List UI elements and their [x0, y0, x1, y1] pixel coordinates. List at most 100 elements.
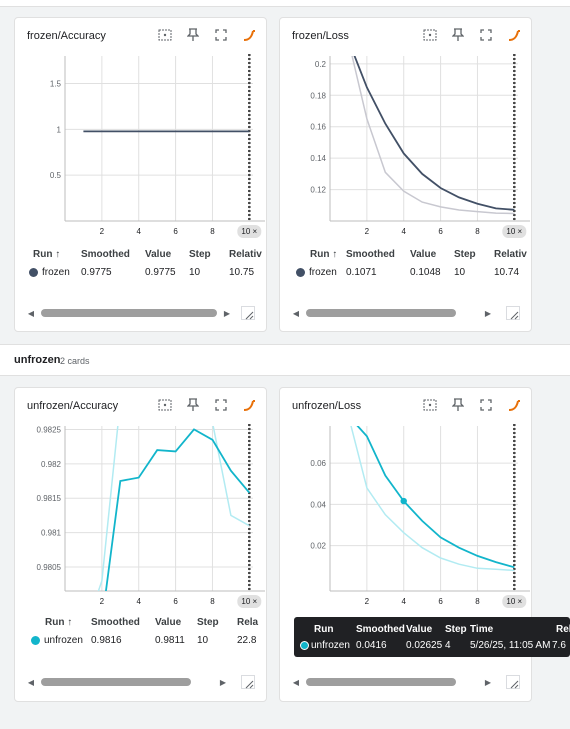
- scroll-right-icon[interactable]: ▶: [217, 678, 229, 687]
- section-count: 2 cards: [60, 356, 90, 366]
- tooltip-header-step: Step: [445, 624, 467, 635]
- col-value[interactable]: Value: [145, 249, 171, 260]
- raw-value: 0.9811: [155, 635, 185, 646]
- resize-handle[interactable]: [506, 306, 520, 320]
- scroll-right-icon[interactable]: ▶: [482, 309, 494, 318]
- raw-value: 0.9775: [145, 267, 176, 278]
- scroll-left-icon[interactable]: ◀: [25, 309, 37, 318]
- col-run[interactable]: Run ↑: [45, 617, 72, 628]
- x-tick-label: 2: [100, 227, 105, 236]
- horizontal-scrollbar[interactable]: ◀ ▶: [290, 674, 500, 690]
- smoothed-series-line: [353, 56, 515, 211]
- chart-frozen-accuracy[interactable]: 1.5 1 0.5 2 4 6 8 10 ×: [15, 18, 268, 248]
- step-value: 10: [454, 267, 466, 278]
- run-color-dot: [29, 267, 38, 277]
- col-smoothed[interactable]: Smoothed: [81, 249, 130, 260]
- tooltip-header-run: Run: [314, 624, 334, 635]
- scroll-thumb[interactable]: [306, 678, 456, 686]
- run-name: unfrozen: [44, 635, 83, 646]
- x-badge-label: 10 ×: [506, 597, 522, 606]
- y-tick-label: 0.9805: [37, 563, 62, 572]
- col-value[interactable]: Value: [410, 249, 436, 260]
- card-unfrozen-accuracy: unfrozen/Accuracy 0.9825 0.982 0.9815 0.981…: [14, 387, 267, 702]
- x-badge-label: 10 ×: [506, 227, 522, 236]
- x-tick-label: 8: [475, 227, 480, 236]
- relative-value: 22.8: [237, 635, 257, 646]
- card-frozen-loss: frozen/Loss 0.2 0.18 0.16 0.14 0.12 2 4 6 8 10 × …: [279, 17, 532, 332]
- x-tick-label: 8: [210, 227, 215, 236]
- x-tick-label: 6: [173, 597, 178, 606]
- x-tick-label: 4: [136, 597, 141, 606]
- scroll-left-icon[interactable]: ◀: [290, 309, 302, 318]
- resize-handle[interactable]: [241, 675, 255, 689]
- y-tick-label: 0.18: [310, 91, 326, 100]
- scroll-thumb[interactable]: [41, 678, 191, 686]
- run-row[interactable]: unfrozen: [31, 635, 83, 646]
- x-tick-label: 8: [475, 597, 480, 606]
- section-header[interactable]: unfrozen 2 cards: [0, 344, 570, 376]
- col-smoothed[interactable]: Smoothed: [346, 249, 395, 260]
- horizontal-scrollbar[interactable]: ◀ ▶: [25, 305, 235, 321]
- scroll-right-icon[interactable]: ▶: [482, 678, 494, 687]
- run-name: frozen: [42, 267, 70, 278]
- col-run[interactable]: Run ↑: [310, 249, 337, 260]
- x-tick-label: 6: [438, 227, 443, 236]
- section-name: unfrozen: [14, 354, 61, 366]
- smoothed-value: 0.1071: [346, 267, 377, 278]
- col-relative[interactable]: Relativ: [229, 249, 262, 260]
- run-color-dot: [296, 267, 305, 277]
- x-tick-label: 6: [173, 227, 178, 236]
- tooltip-time: 5/26/25, 11:05 AM: [470, 640, 551, 651]
- y-tick-label: 0.9825: [37, 425, 62, 434]
- chart-unfrozen-loss[interactable]: 0.06 0.04 0.02 2 4 6 8 10 ×: [280, 388, 533, 618]
- tooltip-smoothed: 0.0416: [356, 640, 387, 651]
- hover-point: [400, 497, 407, 505]
- y-tick-label: 1: [57, 125, 62, 134]
- raw-value: 0.1048: [410, 267, 441, 278]
- x-tick-label: 2: [365, 597, 370, 606]
- y-tick-label: 0.06: [310, 459, 326, 468]
- x-tick-label: 4: [401, 227, 406, 236]
- relative-value: 10.75: [229, 267, 255, 278]
- top-bar: [0, 0, 570, 7]
- tooltip-relative: 7.6: [552, 640, 566, 651]
- horizontal-scrollbar[interactable]: ◀ ▶: [290, 305, 500, 321]
- run-row[interactable]: frozen: [296, 267, 337, 278]
- col-smoothed[interactable]: Smoothed: [91, 617, 140, 628]
- hover-tooltip: Run Smoothed Value Step Time Rel unfroze…: [294, 617, 570, 657]
- horizontal-scrollbar[interactable]: ◀ ▶: [25, 674, 235, 690]
- y-tick-label: 0.5: [50, 171, 62, 180]
- y-tick-label: 0.16: [310, 123, 326, 132]
- run-row[interactable]: frozen: [29, 267, 70, 278]
- x-badge-label: 10 ×: [241, 227, 257, 236]
- x-tick-label: 4: [401, 597, 406, 606]
- run-name: frozen: [309, 267, 337, 278]
- smoothed-value: 0.9775: [81, 267, 112, 278]
- col-run[interactable]: Run ↑: [33, 249, 60, 260]
- chart-frozen-loss[interactable]: 0.2 0.18 0.16 0.14 0.12 2 4 6 8 10 ×: [280, 18, 533, 248]
- tooltip-run-name: unfrozen: [311, 640, 350, 651]
- resize-handle[interactable]: [241, 306, 255, 320]
- run-color-dot: [300, 640, 309, 650]
- col-relative[interactable]: Relativ: [494, 249, 527, 260]
- run-color-dot: [31, 635, 40, 645]
- col-step[interactable]: Step: [197, 617, 219, 628]
- card-frozen-accuracy: frozen/Accuracy 1.5 1 0.5 2 4 6 8 10 × Run ↑ Sm…: [14, 17, 267, 332]
- x-badge-label: 10 ×: [241, 597, 257, 606]
- x-tick-label: 6: [438, 597, 443, 606]
- scroll-thumb[interactable]: [306, 309, 456, 317]
- y-tick-label: 0.04: [310, 500, 326, 509]
- col-relative[interactable]: Rela: [237, 617, 258, 628]
- scroll-left-icon[interactable]: ◀: [25, 678, 37, 687]
- scroll-thumb[interactable]: [41, 309, 217, 317]
- scroll-left-icon[interactable]: ◀: [290, 678, 302, 687]
- resize-handle[interactable]: [506, 675, 520, 689]
- col-step[interactable]: Step: [189, 249, 211, 260]
- tooltip-header-relative: Rel: [556, 624, 570, 635]
- col-value[interactable]: Value: [155, 617, 181, 628]
- x-tick-label: 2: [365, 227, 370, 236]
- y-tick-label: 0.982: [41, 460, 62, 469]
- scroll-right-icon[interactable]: ▶: [221, 309, 233, 318]
- chart-unfrozen-accuracy[interactable]: 0.9825 0.982 0.9815 0.981 0.9805 2 4 6 8 10 ×: [15, 388, 268, 618]
- col-step[interactable]: Step: [454, 249, 476, 260]
